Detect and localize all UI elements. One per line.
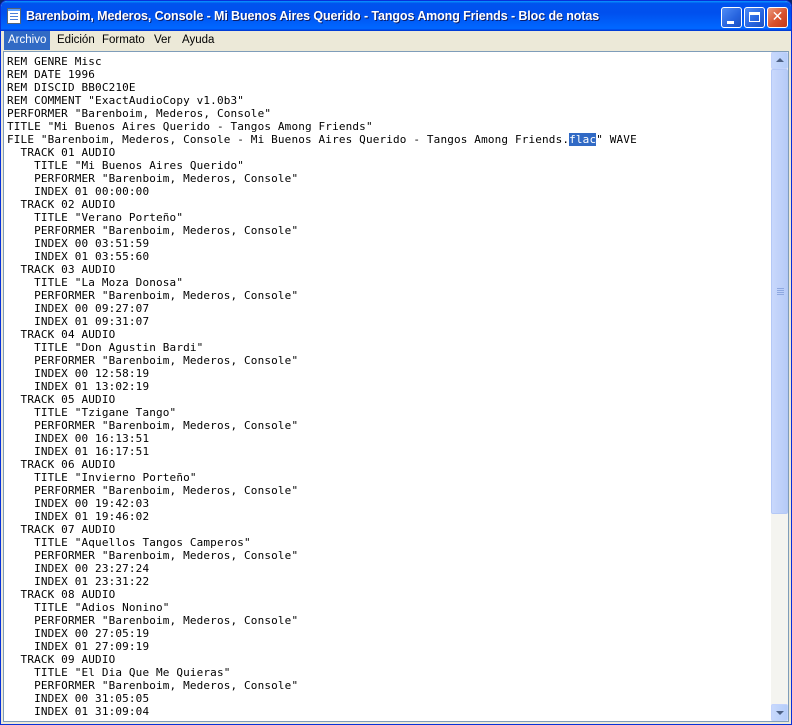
menu-ver[interactable]: Ver bbox=[150, 31, 175, 50]
menu-ayuda[interactable]: Ayuda bbox=[178, 31, 218, 50]
text-line: TRACK 02 AUDIO bbox=[20, 198, 116, 211]
text-line: REM DATE 1996 bbox=[7, 68, 96, 81]
text-line: INDEX 01 19:46:02 bbox=[34, 510, 150, 523]
text-line: PERFORMER "Barenboim, Mederos, Console" bbox=[34, 172, 299, 185]
text-line: PERFORMER "Barenboim, Mederos, Console" bbox=[34, 224, 299, 237]
text-line: INDEX 00 19:42:03 bbox=[34, 497, 150, 510]
text-line: PERFORMER "Barenboim, Mederos, Console" bbox=[7, 107, 272, 120]
text-line: TRACK 09 AUDIO bbox=[20, 653, 116, 666]
text-line: PERFORMER "Barenboim, Mederos, Console" bbox=[34, 484, 299, 497]
text-line: TITLE "Don Agustin Bardi" bbox=[34, 341, 204, 354]
text-line: TITLE "Tzigane Tango" bbox=[34, 406, 177, 419]
text-line: INDEX 00 03:51:59 bbox=[34, 237, 150, 250]
text-line: INDEX 01 03:55:60 bbox=[34, 250, 150, 263]
text-line: TRACK 07 AUDIO bbox=[20, 523, 116, 536]
scroll-up-button[interactable] bbox=[771, 52, 788, 69]
text-area[interactable]: REM GENRE Misc REM DATE 1996 REM DISCID … bbox=[4, 52, 771, 721]
text-line: TITLE "Verano Porteño" bbox=[34, 211, 184, 224]
text-line: PERFORMER "Barenboim, Mederos, Console" bbox=[34, 289, 299, 302]
vertical-scrollbar[interactable] bbox=[771, 52, 788, 721]
text-line: PERFORMER "Barenboim, Mederos, Console" bbox=[34, 614, 299, 627]
minimize-button[interactable] bbox=[721, 7, 742, 28]
text-line: INDEX 00 23:27:24 bbox=[34, 562, 150, 575]
text-line: TITLE "Adios Nonino" bbox=[34, 601, 170, 614]
text-line: INDEX 00 12:58:19 bbox=[34, 367, 150, 380]
text-line: INDEX 01 00:00:00 bbox=[34, 185, 150, 198]
text-line: REM DISCID BB0C210E bbox=[7, 81, 136, 94]
close-icon: ✕ bbox=[771, 9, 784, 25]
menu-formato[interactable]: Formato bbox=[98, 31, 149, 50]
text-line: INDEX 01 31:09:04 bbox=[7, 705, 150, 718]
text-line: INDEX 00 09:27:07 bbox=[34, 302, 150, 315]
text-line: INDEX 00 16:13:51 bbox=[34, 432, 150, 445]
text-line: TRACK 04 AUDIO bbox=[20, 328, 116, 341]
document-lines-header: REM GENRE Misc REM DATE 1996 REM DISCID … bbox=[7, 55, 373, 133]
text-line: PERFORMER "Barenboim, Mederos, Console" bbox=[34, 419, 299, 432]
title-bar[interactable]: Barenboim, Mederos, Console - Mi Buenos … bbox=[1, 1, 791, 31]
text-line: TITLE "La Moza Donosa" bbox=[34, 276, 184, 289]
text-line: INDEX 01 16:17:51 bbox=[34, 445, 150, 458]
selected-text[interactable]: flac bbox=[569, 133, 597, 146]
text-line: TITLE "El Dia Que Me Quieras" bbox=[34, 666, 231, 679]
text-line: TRACK 01 AUDIO bbox=[20, 146, 116, 159]
text-line: PERFORMER "Barenboim, Mederos, Console" bbox=[34, 549, 299, 562]
arrow-up-icon bbox=[776, 58, 784, 62]
maximize-icon bbox=[749, 12, 760, 22]
menu-bar: Archivo Edición Formato Ver Ayuda bbox=[1, 31, 791, 50]
text-line: INDEX 01 09:31:07 bbox=[34, 315, 150, 328]
text-line: TRACK 08 AUDIO bbox=[20, 588, 116, 601]
text-line: REM GENRE Misc bbox=[7, 55, 102, 68]
grip-icon bbox=[777, 287, 784, 295]
maximize-button[interactable] bbox=[744, 7, 765, 28]
scroll-down-button[interactable] bbox=[771, 704, 788, 721]
text-editor[interactable]: REM GENRE Misc REM DATE 1996 REM DISCID … bbox=[3, 51, 789, 722]
text-line: TRACK 06 AUDIO bbox=[20, 458, 116, 471]
text-line: TRACK 05 AUDIO bbox=[20, 393, 116, 406]
text-line: INDEX 01 27:09:19 bbox=[34, 640, 150, 653]
text-line: PERFORMER "Barenboim, Mederos, Console" bbox=[34, 354, 299, 367]
text-line: PERFORMER "Barenboim, Mederos, Console" bbox=[34, 679, 299, 692]
menu-archivo[interactable]: Archivo bbox=[4, 31, 51, 50]
text-line: INDEX 01 23:31:22 bbox=[34, 575, 150, 588]
text-line: TITLE "Mi Buenos Aires Querido - Tangos … bbox=[7, 120, 373, 133]
text-line: INDEX 01 13:02:19 bbox=[34, 380, 150, 393]
notepad-window: Barenboim, Mederos, Console - Mi Buenos … bbox=[0, 0, 792, 725]
notepad-app-icon[interactable] bbox=[7, 8, 21, 24]
text-line: TITLE "Mi Buenos Aires Querido" bbox=[34, 159, 245, 172]
document-lines-tracks: TRACK 01 AUDIO TITLE "Mi Buenos Aires Qu… bbox=[7, 146, 299, 718]
text-line: TRACK 03 AUDIO bbox=[20, 263, 116, 276]
minimize-icon bbox=[727, 21, 734, 24]
document-text[interactable]: REM GENRE Misc REM DATE 1996 REM DISCID … bbox=[7, 55, 637, 718]
arrow-down-icon bbox=[776, 711, 784, 715]
close-button[interactable]: ✕ bbox=[767, 7, 788, 28]
window-title: Barenboim, Mederos, Console - Mi Buenos … bbox=[26, 9, 600, 23]
text-line: TITLE "Aquellos Tangos Camperos" bbox=[34, 536, 251, 549]
text-line: TITLE "Invierno Porteño" bbox=[34, 471, 197, 484]
menu-edicion[interactable]: Edición bbox=[53, 31, 99, 50]
text-line: INDEX 00 31:05:05 bbox=[34, 692, 150, 705]
scroll-thumb[interactable] bbox=[771, 69, 788, 514]
text-line: REM COMMENT "ExactAudioCopy v1.0b3" bbox=[7, 94, 245, 107]
file-line-prefix: FILE "Barenboim, Mederos, Console - Mi B… bbox=[7, 133, 570, 146]
file-line-suffix: " WAVE bbox=[596, 133, 637, 146]
text-line: INDEX 00 27:05:19 bbox=[34, 627, 150, 640]
